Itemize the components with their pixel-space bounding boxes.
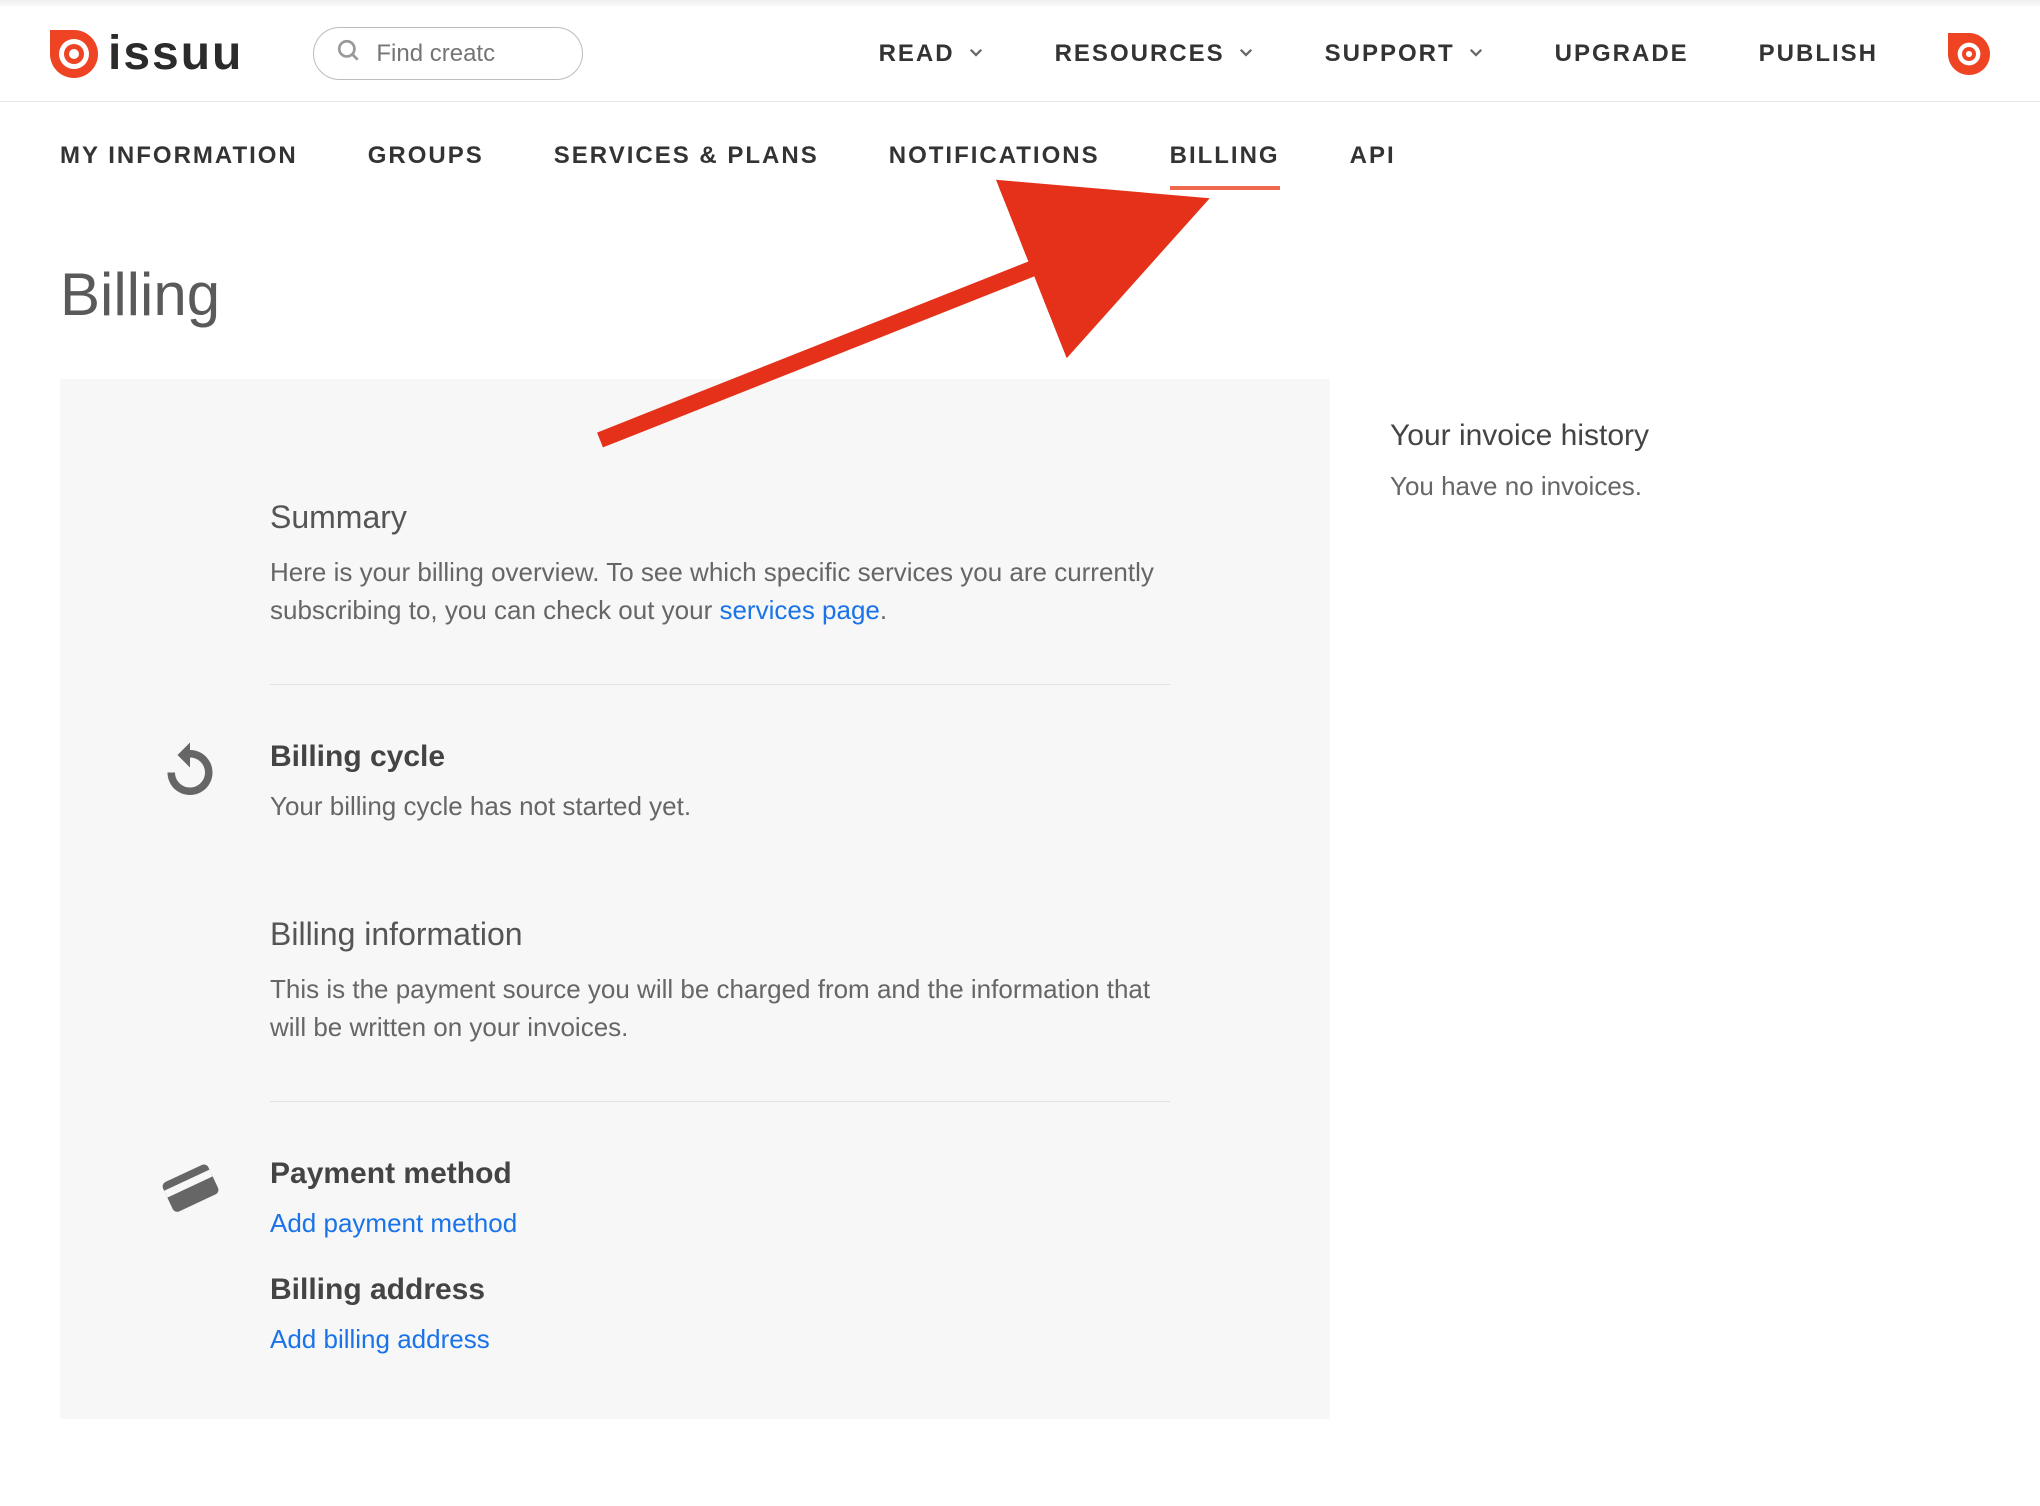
chevron-down-icon	[967, 40, 985, 68]
billing-info-text: This is the payment source you will be c…	[270, 971, 1170, 1046]
tab-services-plans[interactable]: SERVICES & PLANS	[554, 142, 819, 190]
brand-logo-text: issuu	[108, 26, 243, 81]
divider	[270, 1101, 1170, 1102]
billing-address-heading: Billing address	[270, 1273, 517, 1307]
nav-support[interactable]: SUPPORT	[1325, 40, 1485, 68]
brand-logo-icon	[50, 30, 98, 78]
nav-read[interactable]: READ	[879, 40, 985, 68]
divider	[270, 684, 1170, 685]
chevron-down-icon	[1237, 40, 1255, 68]
add-payment-method-link[interactable]: Add payment method	[270, 1208, 517, 1238]
avatar-icon[interactable]	[1948, 33, 1990, 75]
summary-text: Here is your billing overview. To see wh…	[270, 554, 1170, 629]
tab-groups[interactable]: GROUPS	[368, 142, 484, 190]
invoice-history-empty: You have no invoices.	[1390, 471, 1649, 502]
chevron-down-icon	[1467, 40, 1485, 68]
nav-label: PUBLISH	[1759, 40, 1878, 68]
tab-api[interactable]: API	[1350, 142, 1396, 190]
credit-card-icon	[160, 1157, 230, 1222]
nav-resources[interactable]: RESOURCES	[1055, 40, 1255, 68]
billing-info-heading: Billing information	[270, 916, 1170, 953]
page-title: Billing	[0, 190, 2040, 379]
billing-card: Summary Here is your billing overview. T…	[60, 379, 1330, 1419]
nav-label: READ	[879, 40, 955, 68]
nav-upgrade[interactable]: UPGRADE	[1555, 40, 1689, 68]
payment-method-heading: Payment method	[270, 1157, 517, 1191]
top-nav: issuu READ RESOURCES SUPPORT UPGRADE PUB…	[0, 6, 2040, 102]
tab-billing[interactable]: BILLING	[1170, 142, 1280, 190]
refresh-icon	[160, 740, 230, 805]
tab-notifications[interactable]: NOTIFICATIONS	[889, 142, 1100, 190]
nav-publish[interactable]: PUBLISH	[1759, 40, 1878, 68]
add-billing-address-link[interactable]: Add billing address	[270, 1324, 490, 1354]
billing-cycle-text: Your billing cycle has not started yet.	[270, 788, 691, 826]
services-page-link[interactable]: services page	[719, 595, 879, 625]
sub-nav: MY INFORMATION GROUPS SERVICES & PLANS N…	[0, 102, 2040, 190]
invoice-sidebar: Your invoice history You have no invoice…	[1390, 379, 1649, 1419]
nav-label: SUPPORT	[1325, 40, 1455, 68]
tab-my-information[interactable]: MY INFORMATION	[60, 142, 298, 190]
search-field[interactable]	[313, 27, 583, 80]
invoice-history-heading: Your invoice history	[1390, 419, 1649, 453]
billing-cycle-heading: Billing cycle	[270, 740, 691, 774]
search-icon	[336, 38, 362, 69]
nav-label: RESOURCES	[1055, 40, 1225, 68]
nav-label: UPGRADE	[1555, 40, 1689, 68]
search-input[interactable]	[376, 40, 560, 68]
summary-heading: Summary	[270, 499, 1170, 536]
brand-logo[interactable]: issuu	[50, 26, 243, 81]
